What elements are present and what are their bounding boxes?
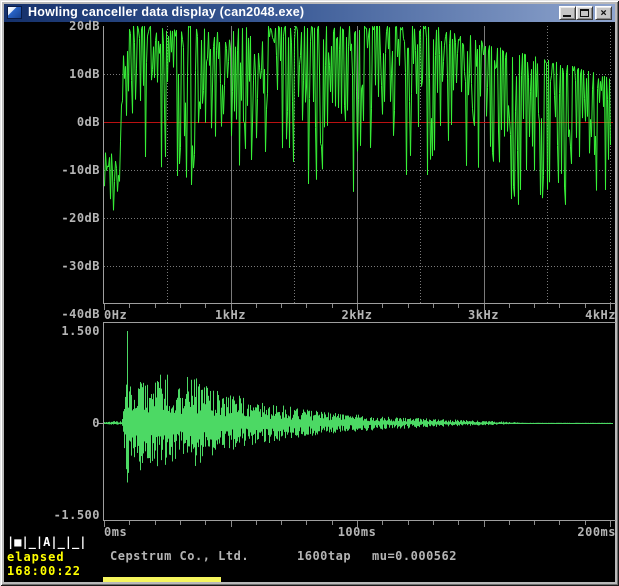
impulse-axis-tick [231, 521, 232, 527]
impulse-axis-tick [332, 521, 333, 525]
spectrum-x-tick-label: 0Hz [104, 308, 127, 322]
minimize-icon [563, 15, 571, 17]
window-title: Howling canceller data display (can2048.… [28, 5, 304, 19]
spectrum-axis-tick [231, 304, 232, 310]
maximize-button[interactable] [576, 6, 593, 20]
status-mu: mu=0.000562 [372, 549, 457, 563]
status-company: Cepstrum Co., Ltd. [110, 549, 249, 563]
spectrum-x-tick-label: 1kHz [191, 308, 271, 322]
spectrum-axis-tick [306, 304, 307, 308]
spectrum-y-tick-label: -10dB [0, 163, 100, 177]
app-window: Howling canceller data display (can2048.… [0, 0, 619, 586]
spectrum-y-tick-label: -40dB [0, 307, 100, 321]
status-row: Cepstrum Co., Ltd. 1600tap mu=0.000562 [0, 549, 611, 563]
spectrum-canvas [104, 26, 613, 303]
close-icon: × [596, 6, 611, 19]
spectrum-axis-tick [433, 304, 434, 308]
impulse-axis-tick [281, 521, 282, 525]
impulse-axis-tick [534, 521, 535, 525]
window-controls: × [559, 6, 612, 20]
impulse-axis-tick [509, 521, 510, 525]
spectrum-axis-tick [357, 304, 358, 310]
impulse-axis-tick [180, 521, 181, 525]
impulse-y-tick-label: -1.500 [0, 508, 100, 522]
spectrum-axis-tick [509, 304, 510, 308]
spectrum-axis-tick [610, 304, 611, 310]
spectrum-axis-tick [559, 304, 560, 308]
spectrum-y-tick-label: 10dB [0, 67, 100, 81]
impulse-axis-tick [610, 521, 611, 527]
impulse-axis-tick [559, 521, 560, 525]
impulse-axis-tick [433, 521, 434, 525]
impulse-axis-tick [458, 521, 459, 525]
impulse-axis-tick [484, 521, 485, 527]
minimize-button[interactable] [559, 6, 576, 20]
app-icon[interactable] [7, 6, 22, 19]
impulse-x-tick-label: 0ms [104, 525, 127, 539]
impulse-axis-tick [205, 521, 206, 525]
toolbar-mode-buttons[interactable]: |■|_|A|_|_| [7, 535, 86, 549]
impulse-axis-tick [256, 521, 257, 525]
impulse-axis-tick [585, 521, 586, 525]
spectrum-axis-tick [129, 304, 130, 308]
impulse-axis-tick [408, 521, 409, 525]
spectrum-y-tick-label: -20dB [0, 211, 100, 225]
spectrum-x-tick-label: 2kHz [317, 308, 397, 322]
spectrum-y-tick-label: 20dB [0, 19, 100, 33]
maximize-icon [580, 9, 589, 17]
elapsed-value: 168:00:22 [7, 564, 81, 578]
impulse-axis-tick [357, 521, 358, 527]
spectrum-axis-tick [534, 304, 535, 308]
status-taps: 1600tap [297, 549, 351, 563]
spectrum-axis-tick [332, 304, 333, 308]
progress-bar [103, 577, 221, 582]
impulse-y-tick-label: 0 [0, 416, 100, 430]
spectrum-axis-tick [256, 304, 257, 308]
impulse-axis-tick [129, 521, 130, 525]
impulse-x-tick-label: 100ms [317, 525, 397, 539]
impulse-canvas [104, 323, 613, 519]
impulse-axis-tick [155, 521, 156, 525]
spectrum-x-tick-label: 4kHz [496, 308, 616, 322]
spectrum-axis-tick [408, 304, 409, 308]
spectrum-axis-tick [484, 304, 485, 310]
impulse-x-tick-label: 200ms [496, 525, 616, 539]
spectrum-y-tick-label: 0dB [0, 115, 100, 129]
spectrum-axis-tick [155, 304, 156, 308]
impulse-axis-tick [306, 521, 307, 525]
impulse-axis-tick [382, 521, 383, 525]
spectrum-axis-tick [104, 304, 105, 310]
spectrum-axis-tick [180, 304, 181, 308]
spectrum-axis-tick [281, 304, 282, 308]
spectrum-y-tick-label: -30dB [0, 259, 100, 273]
spectrum-axis-tick [205, 304, 206, 308]
spectrum-axis-tick [382, 304, 383, 308]
impulse-axis-tick [104, 521, 105, 527]
impulse-y-tick-label: 1.500 [0, 324, 100, 338]
spectrum-axis-tick [585, 304, 586, 308]
spectrum-axis-tick [458, 304, 459, 308]
close-button[interactable]: × [595, 6, 612, 20]
